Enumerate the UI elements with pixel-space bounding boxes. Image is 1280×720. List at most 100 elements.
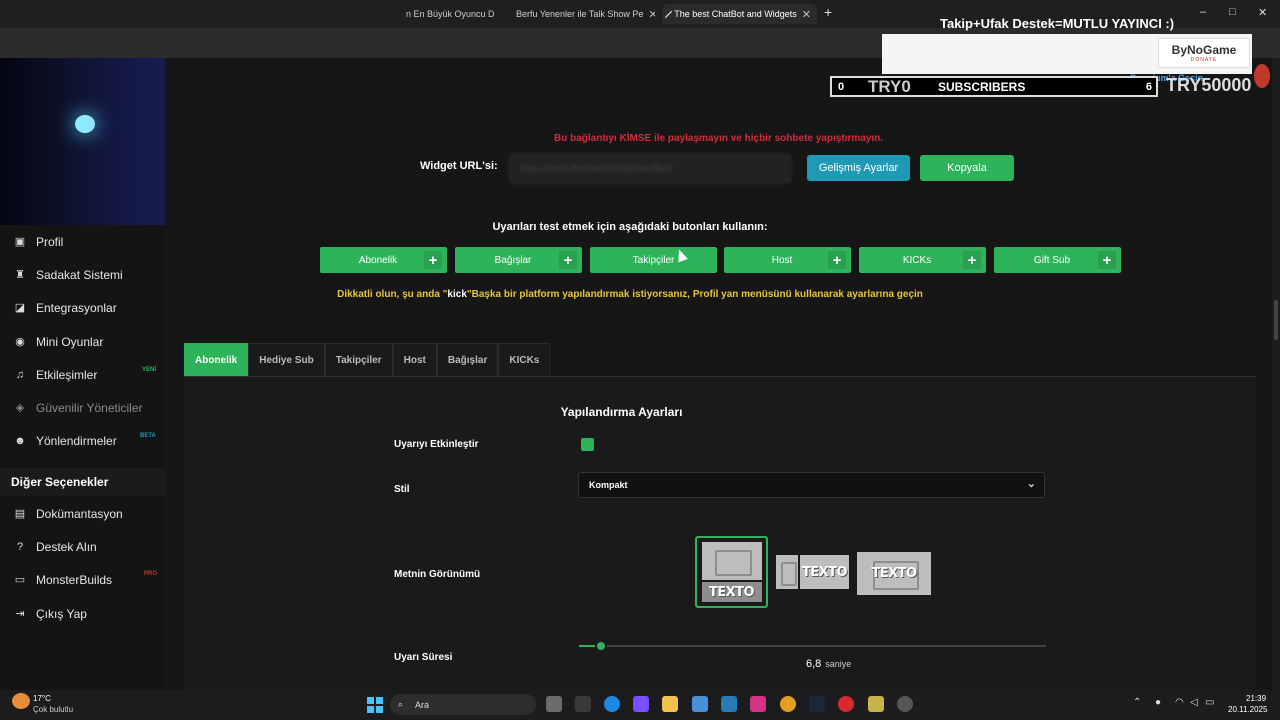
sidebar-item-logout[interactable]: ⇥ Çıkış Yap [0,599,165,629]
clock-date[interactable]: 20.11.2025 [1228,705,1267,714]
gamepad-icon: ◉ [15,336,25,348]
config-panel: Yapılandırma Ayarları Uyarıyı Etkinleşti… [184,376,1256,690]
file-explorer-icon[interactable] [662,696,678,712]
close-tab-icon[interactable]: ✕ [648,8,655,21]
wifi-icon[interactable]: ◠ [1175,697,1184,708]
test-followers-button[interactable]: Takipçiler [590,247,717,273]
tiktok-icon[interactable] [750,696,766,712]
alert-tabs: Abonelik Hediye Sub Takipçiler Host Bağı… [184,343,551,376]
weather-desc[interactable]: Çok bulutlu [33,705,73,714]
sidebar-section-title: Diğer Seçenekler [0,468,165,496]
sidebar-item-interactions[interactable]: ♫ Etkileşimler YENİ [0,360,165,390]
test-donations-button[interactable]: Bağışlar + [455,247,582,273]
browser-tab[interactable]: n En Büyük Oyuncu D ✕ [400,4,500,24]
laptop-icon: ▭ [14,574,26,586]
subscribers-label: SUBSCRIBERS [938,79,1026,94]
chevron-up-icon[interactable]: ⌃ [1133,697,1141,708]
app-icon[interactable] [575,696,591,712]
task-view-icon[interactable] [546,696,562,712]
sidebar-item-support[interactable]: ? Destek Alın [0,532,165,562]
battery-icon[interactable]: ▭ [1205,697,1214,708]
scrollbar-thumb[interactable] [1274,300,1278,340]
layout-text-bar: TEXTO [701,582,762,602]
sub-count-right: 6 [1145,80,1152,93]
minimize-button[interactable]: – [1200,6,1206,18]
bynogame-logo: ByNoGame DONATE [1158,38,1250,68]
platform-note-post: "Başka bir platform yapılandırmak istiyo… [466,289,923,300]
advanced-settings-button[interactable]: Gelişmiş Ayarlar [807,155,910,181]
maximize-button[interactable]: □ [1229,6,1236,18]
tab-subscription[interactable]: Abonelik [184,343,249,376]
mail-icon[interactable] [721,696,737,712]
clock-time[interactable]: 21:39 [1246,694,1266,703]
steam-icon[interactable] [809,696,825,712]
tab-gift-sub[interactable]: Hediye Sub [248,343,325,376]
layout-text-bar: TEXTO [800,555,849,589]
duration-slider[interactable] [579,645,1046,647]
sidebar-item-label: Etkileşimler [36,368,98,382]
weather-icon[interactable] [12,693,30,709]
edge-icon[interactable] [604,696,620,712]
trophy-icon: ♜ [15,269,25,281]
app-icon[interactable] [868,696,884,712]
share-warning: Bu bağlantıyı KİMSE ile paylaşmayın ve h… [554,133,883,144]
taskbar-search[interactable]: ⌕ Ara [390,694,536,715]
opera-icon[interactable] [838,696,854,712]
enable-alert-checkbox[interactable] [581,438,594,451]
close-window-button[interactable]: ✕ [1258,6,1267,19]
test-gift-sub-button[interactable]: Gift Sub + [994,247,1121,273]
bynogame-tag: DONATE [1190,57,1218,63]
browser-tab-active[interactable]: The best ChatBot and Widgets ✕ [662,4,817,24]
layout-option-stacked[interactable]: TEXTO [695,536,768,608]
sidebar-item-monsterbuilds[interactable]: ▭ MonsterBuilds PRO [0,565,165,595]
duration-unit: saniye [825,659,852,669]
copilot-icon[interactable] [633,696,649,712]
sidebar-item-profile[interactable]: ▣ Profil [0,227,165,257]
page-scrollbar[interactable] [1272,58,1280,690]
layout-option-overlay[interactable]: TEXTO [857,552,931,595]
close-tab-icon[interactable]: ✕ [802,8,811,21]
sidebar-item-trusted-mods[interactable]: ◈ Güvenilir Yöneticiler [0,393,165,423]
copy-button[interactable]: Kopyala [920,155,1014,181]
test-button-label: Gift Sub [1033,254,1071,266]
alert-duration-label: Uyarı Süresi [394,652,453,663]
style-label: Stil [394,484,410,495]
sidebar-item-integrations[interactable]: ◪ Entegrasyonlar [0,293,165,323]
store-icon[interactable] [692,696,708,712]
chrome-icon[interactable] [780,696,796,712]
enable-alert-label: Uyarıyı Etkinleştir [394,439,479,450]
sidebar-item-mini-games[interactable]: ◉ Mini Oyunlar [0,327,165,357]
tab-kicks[interactable]: KICKs [498,343,551,376]
weather-temp[interactable]: 17°C [33,694,51,703]
microphone-icon[interactable]: ● [1155,697,1161,708]
sidebar-item-label: Profil [36,235,64,249]
app-icon[interactable] [897,696,913,712]
windows-start-icon[interactable] [367,697,383,713]
tab-host[interactable]: Host [392,343,437,376]
tab-followers[interactable]: Takipçiler [324,343,393,376]
new-badge: YENİ [142,367,157,373]
sidebar-item-loyalty[interactable]: ♜ Sadakat Sistemi [0,260,165,290]
logout-icon: ⇥ [15,608,25,620]
browser-tab[interactable]: Berfu Yenenler ile Talk Show Pe ✕ [505,4,655,24]
duration-slider-handle[interactable] [595,640,607,652]
webcam-lamp [75,115,95,133]
volume-icon[interactable]: ◁ [1190,697,1198,708]
sidebar-item-redirects[interactable]: ☻ Yönlendirmeler BETA [0,426,165,456]
widget-url-field[interactable]: https://botrix.live/alert/bdr/q9vfbe3fkp… [509,154,791,183]
new-tab-button[interactable]: + [824,4,832,20]
test-host-button[interactable]: Host + [724,247,851,273]
layout-option-side[interactable]: TEXTO [776,555,849,589]
subscriber-goal-bar: 0 TRY0 SUBSCRIBERS 6 [830,76,1158,97]
test-button-label: KICKs [902,254,932,266]
test-subscription-button[interactable]: Abonelik + [320,247,447,273]
sidebar-item-docs[interactable]: ▤ Dokümantasyon [0,499,165,529]
test-kicks-button[interactable]: KICKs + [859,247,986,273]
style-select[interactable]: Kompakt ⌄ [578,472,1045,498]
sidebar-item-label: MonsterBuilds [36,573,113,587]
tab-donations[interactable]: Bağışlar [436,343,499,376]
layout-text: TEXTO [801,564,848,580]
duration-value: 6,8 saniye [806,658,851,670]
chevron-down-icon: ⌄ [1026,478,1036,490]
tab-label: The best ChatBot and Widgets [674,9,797,19]
